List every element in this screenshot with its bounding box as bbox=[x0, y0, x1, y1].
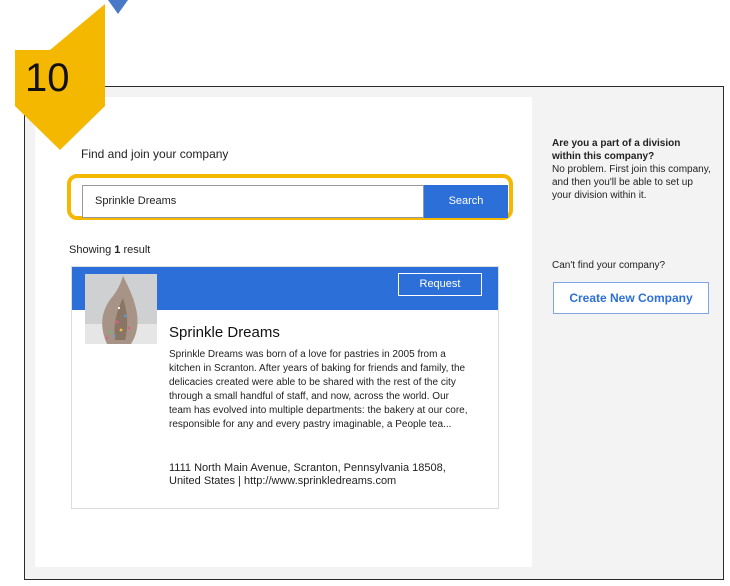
company-address: 1111 North Main Avenue, Scranton, Pennsy… bbox=[169, 462, 446, 487]
search-input[interactable]: Sprinkle Dreams bbox=[82, 185, 424, 218]
cant-find-label: Can't find your company? bbox=[552, 260, 666, 271]
company-name[interactable]: Sprinkle Dreams bbox=[169, 324, 280, 341]
main-panel: Find and join your company Sprinkle Drea… bbox=[35, 97, 532, 567]
app-window: Find and join your company Sprinkle Drea… bbox=[24, 86, 724, 580]
step-badge: 10 bbox=[15, 0, 106, 152]
pointer-arrow-icon bbox=[108, 0, 128, 14]
company-result-card: Request Sprinkle Dreams Sprinkle Dreams … bbox=[71, 266, 499, 509]
company-logo bbox=[85, 274, 157, 344]
create-new-company-button[interactable]: Create New Company bbox=[553, 282, 709, 314]
results-suffix: result bbox=[123, 244, 151, 256]
step-number: 10 bbox=[25, 56, 70, 100]
search-button[interactable]: Search bbox=[424, 185, 508, 218]
results-number: 1 bbox=[114, 244, 121, 256]
request-button[interactable]: Request bbox=[398, 273, 482, 296]
right-sidebar: Are you a part of a division within this… bbox=[535, 87, 723, 579]
company-description: Sprinkle Dreams was born of a love for p… bbox=[169, 349, 468, 430]
results-prefix: Showing bbox=[69, 244, 112, 256]
results-count: Showing 1 result bbox=[69, 244, 150, 256]
division-question: Are you a part of a division within this… bbox=[552, 138, 681, 162]
division-help-text: No problem. First join this company, and… bbox=[552, 164, 711, 201]
